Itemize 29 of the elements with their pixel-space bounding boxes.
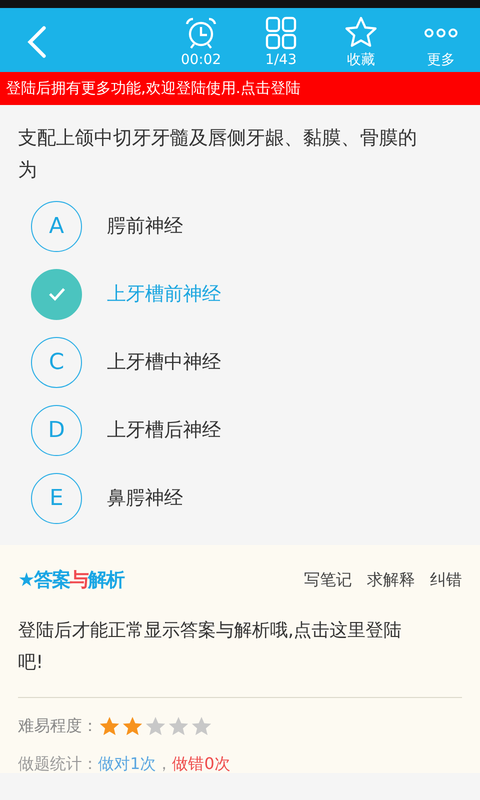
clock-icon [183, 15, 219, 51]
star-icon [190, 715, 213, 737]
back-icon [26, 25, 48, 59]
option-letter: E [31, 472, 82, 524]
star-icon [98, 715, 121, 737]
question-text: 支配上颌中切牙牙髓及唇侧牙龈、黏膜、骨膜的为 [17, 126, 418, 183]
action-link[interactable]: 写笔记 [304, 568, 352, 592]
answer-option[interactable]: E 鼻腭神经 [0, 464, 480, 532]
action-link[interactable]: 求解释 [367, 568, 415, 592]
more-icon [423, 28, 459, 38]
answer-option[interactable]: D 上牙槽后神经 [0, 396, 480, 464]
login-prompt[interactable]: 登陆后才能正常显示答案与解析哦,点击这里登陆吧! [18, 615, 418, 679]
wrong-count: 做错0次 [172, 753, 230, 775]
option-letter: A [31, 200, 82, 252]
answer-option[interactable]: A 腭前神经 [0, 192, 480, 260]
star-icon [167, 715, 190, 737]
login-banner[interactable]: 登陆后拥有更多功能,欢迎登陆使用.点击登陆 [0, 72, 480, 105]
section-title: ★答案与解析 [18, 568, 124, 593]
separator-text: ， [156, 753, 172, 775]
grid-icon [263, 15, 299, 51]
action-link[interactable]: 纠错 [430, 568, 462, 592]
stats-label: 做题统计： [18, 753, 98, 775]
correct-count: 做对1次 [98, 753, 156, 775]
difficulty-label: 难易程度： [18, 715, 98, 737]
answer-option[interactable]: C 上牙槽中神经 [0, 328, 480, 396]
option-letter: C [31, 336, 82, 388]
option-letter: D [31, 404, 82, 456]
star-icon [144, 715, 167, 737]
star-icon [121, 715, 144, 737]
